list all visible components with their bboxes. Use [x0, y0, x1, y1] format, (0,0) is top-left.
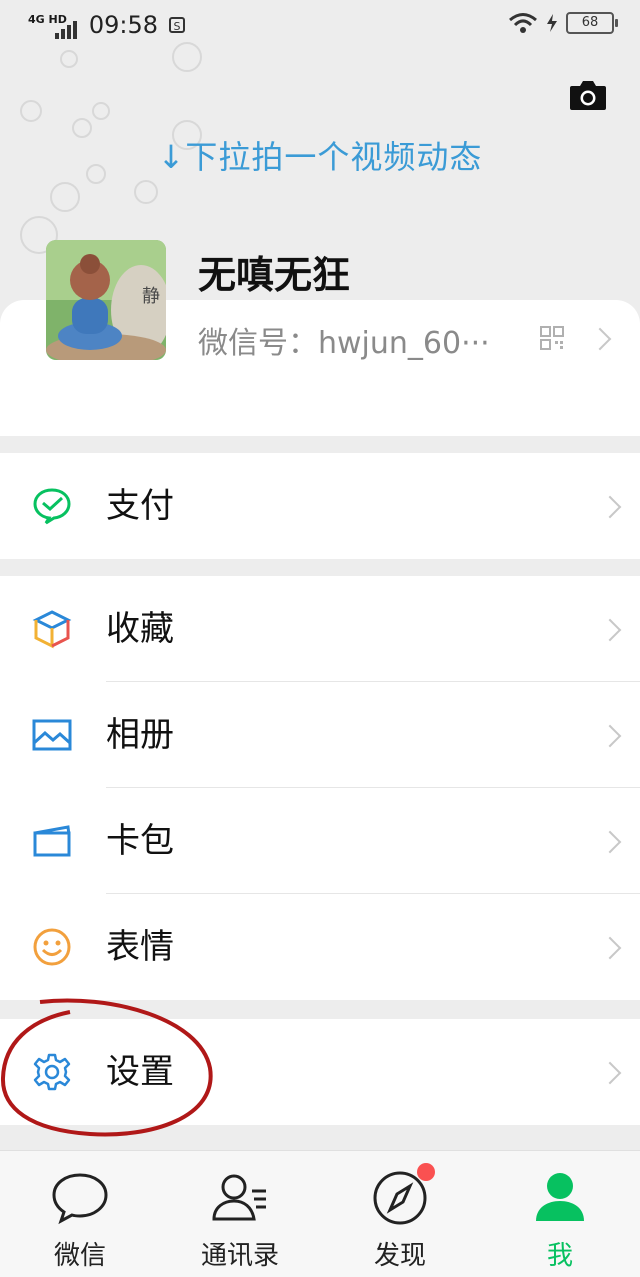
- status-right: 68: [508, 12, 618, 34]
- tab-label-discover: 发现: [373, 1241, 426, 1271]
- charging-icon: [547, 14, 557, 32]
- menu-item-pay[interactable]: 支付: [0, 453, 640, 559]
- menu-label-settings: 设置: [106, 1052, 174, 1092]
- menu-label-favorites: 收藏: [106, 609, 174, 649]
- tab-me[interactable]: 我: [480, 1151, 640, 1277]
- favorites-cube-icon: [32, 610, 72, 649]
- wechat-id: 微信号：hwjun_60···: [198, 326, 490, 361]
- menu-label-pay: 支付: [106, 486, 174, 526]
- tab-discover[interactable]: 发现: [320, 1151, 480, 1277]
- avatar-image: 静: [46, 240, 166, 360]
- chevron-right-icon: [598, 830, 622, 854]
- tab-label-me: 我: [546, 1241, 573, 1271]
- menu-item-favorites[interactable]: 收藏: [0, 576, 640, 682]
- camera-icon[interactable]: [568, 78, 608, 112]
- menu-label-stickers: 表情: [106, 927, 174, 967]
- pull-down-hint[interactable]: ↓下拉拍一个视频动态: [0, 132, 640, 178]
- chevron-right-icon: [598, 936, 622, 960]
- chevron-right-icon: [598, 1061, 622, 1085]
- avatar[interactable]: 静: [46, 240, 166, 360]
- menu-item-stickers[interactable]: 表情: [0, 894, 640, 1000]
- settings-group: 设置: [0, 1019, 640, 1125]
- nickname: 无嗔无狂: [198, 253, 351, 297]
- chat-bubble-icon: [52, 1173, 108, 1225]
- qr-code-icon[interactable]: [540, 326, 564, 350]
- services-group: 收藏 相册 卡包 表情: [0, 576, 640, 1000]
- tab-contacts[interactable]: 通讯录: [160, 1151, 320, 1277]
- tab-chats[interactable]: 微信: [0, 1151, 160, 1277]
- contacts-icon: [212, 1174, 266, 1221]
- menu-label-cards: 卡包: [106, 821, 174, 861]
- wifi-icon: [509, 13, 537, 33]
- chevron-right-icon: [598, 495, 622, 519]
- person-icon: [536, 1173, 584, 1221]
- card-wallet-icon: [33, 825, 71, 857]
- tab-bar: 微信 通讯录 发现 我: [0, 1150, 640, 1277]
- network-type: 4G HD: [28, 12, 67, 26]
- chevron-right-icon: [598, 724, 622, 748]
- notification-badge: [417, 1163, 435, 1181]
- tab-label-chats: 微信: [53, 1241, 106, 1271]
- album-icon: [32, 719, 72, 751]
- tab-label-contacts: 通讯录: [200, 1241, 279, 1271]
- menu-item-album[interactable]: 相册: [0, 682, 640, 788]
- menu-label-album: 相册: [106, 715, 174, 755]
- smiley-icon: [33, 928, 71, 966]
- menu-item-cards[interactable]: 卡包: [0, 788, 640, 894]
- pay-icon: [33, 488, 71, 525]
- battery-level: 68: [566, 12, 618, 34]
- chevron-right-icon: [598, 618, 622, 642]
- menu-item-settings[interactable]: 设置: [0, 1019, 640, 1125]
- gear-icon: [33, 1053, 71, 1091]
- svg-text:静: 静: [142, 286, 160, 307]
- pay-group: 支付: [0, 453, 640, 559]
